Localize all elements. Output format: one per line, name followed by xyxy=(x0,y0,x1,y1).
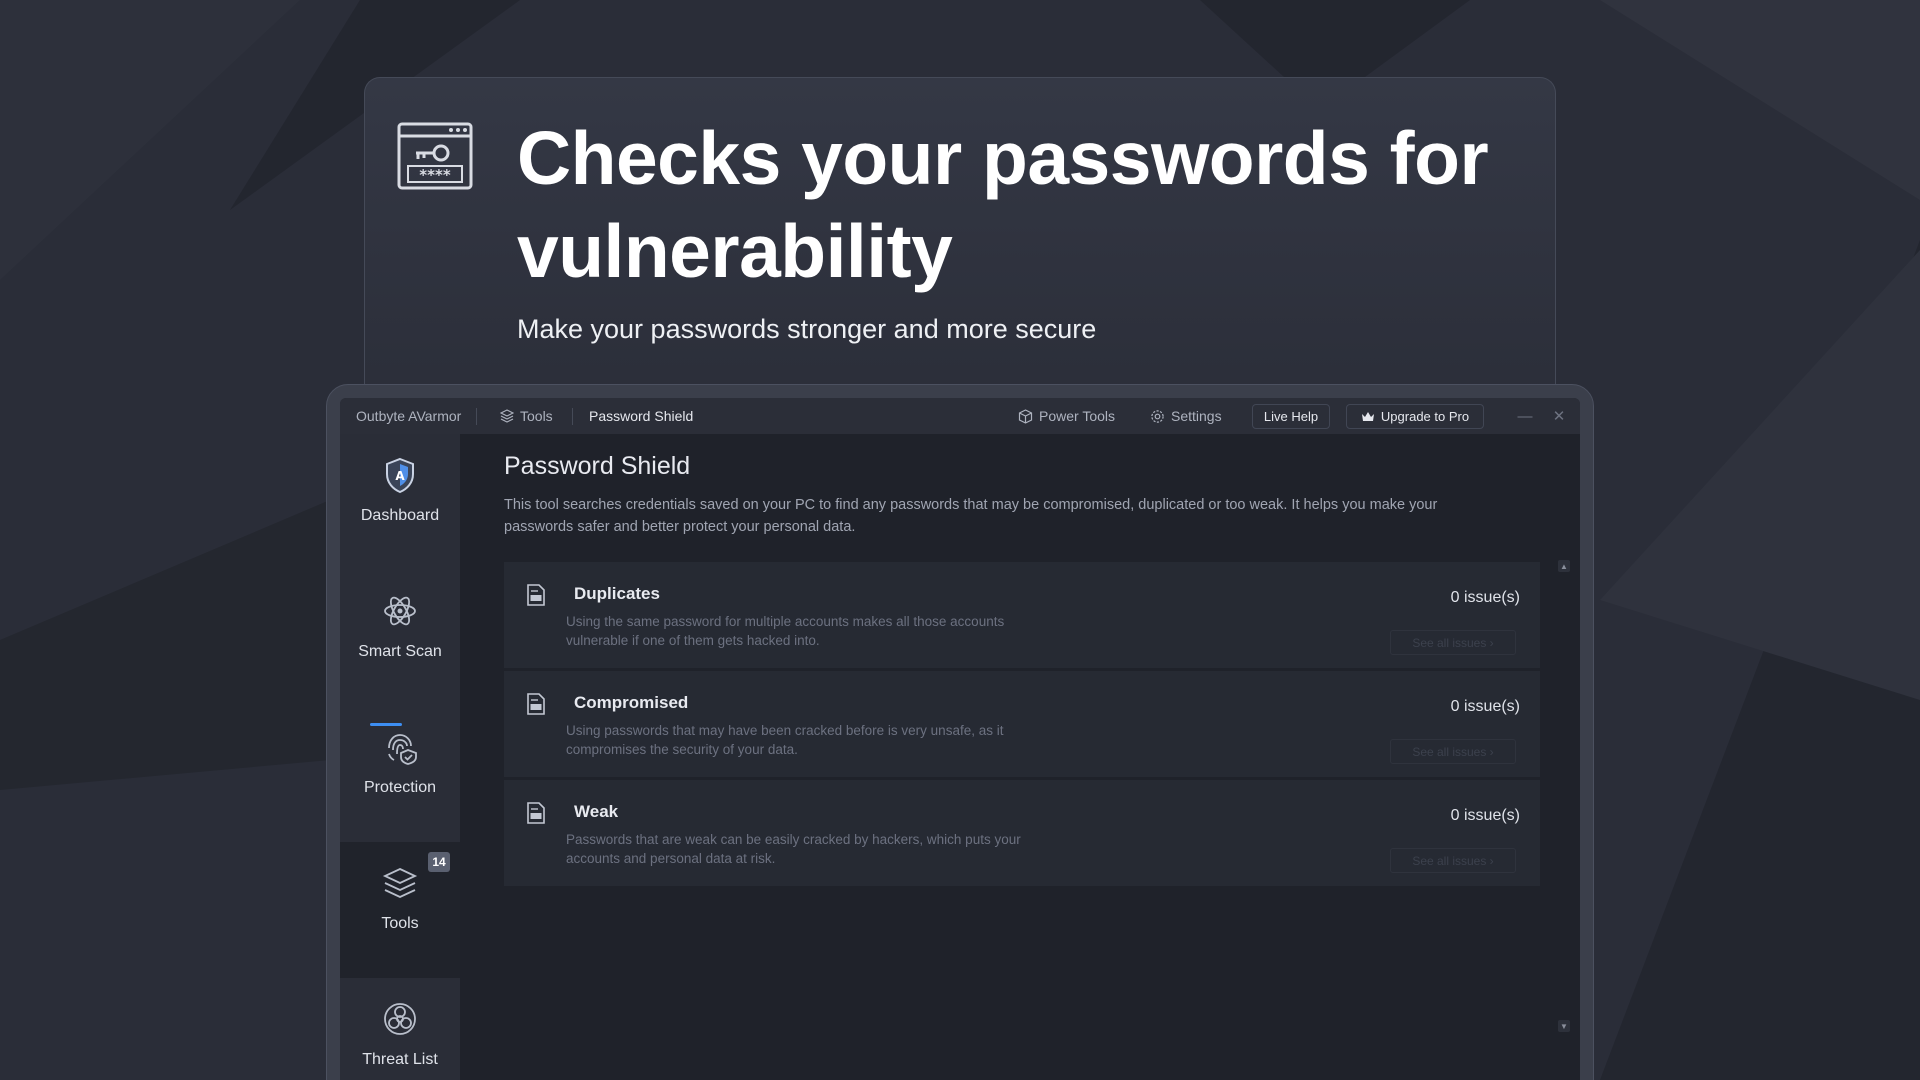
sidebar-item-smart-scan[interactable]: Smart Scan xyxy=(340,570,460,706)
sidebar-item-protection[interactable]: Protection xyxy=(340,706,460,842)
title-divider xyxy=(476,408,477,425)
sidebar-item-threat-list[interactable]: Threat List xyxy=(340,978,460,1080)
gear-icon xyxy=(1151,409,1164,423)
card-title: Compromised xyxy=(574,693,689,712)
shield-icon: A xyxy=(386,457,414,494)
sidebar-item-label: Protection xyxy=(363,779,437,796)
password-window-icon: **** xyxy=(397,122,473,190)
layers-icon xyxy=(382,868,418,898)
document-icon xyxy=(527,584,545,606)
see-all-issues-button[interactable]: See all issues › xyxy=(1390,848,1516,873)
atom-icon xyxy=(384,596,416,626)
upgrade-button[interactable]: Upgrade to Pro xyxy=(1346,404,1484,429)
crown-icon xyxy=(1361,411,1374,421)
breadcrumb-divider xyxy=(572,408,573,425)
svg-text:A: A xyxy=(395,469,405,483)
tools-count-badge: 14 xyxy=(428,852,450,872)
see-all-issues-button[interactable]: See all issues › xyxy=(1390,739,1516,764)
breadcrumb-tools-label: Tools xyxy=(520,408,553,424)
issue-count: 0 issue(s) xyxy=(1450,807,1520,824)
document-icon xyxy=(527,802,545,824)
document-icon xyxy=(527,693,545,715)
layers-icon xyxy=(500,409,514,423)
hero-title: Checks your passwords for vulnerability xyxy=(517,116,1489,293)
card-title: Duplicates xyxy=(574,584,660,603)
card-description: Using passwords that may have been crack… xyxy=(566,723,1004,757)
sidebar-item-label: Tools xyxy=(381,915,419,932)
card-title: Weak xyxy=(574,802,619,821)
issue-count: 0 issue(s) xyxy=(1450,589,1520,606)
scroll-up-button[interactable]: ▲ xyxy=(1558,560,1570,572)
weak-card: Weak Passwords that are weak can be easi… xyxy=(504,780,1540,886)
biohazard-icon xyxy=(384,1003,416,1035)
card-description: Passwords that are weak can be easily cr… xyxy=(566,832,1021,866)
sidebar-item-tools[interactable]: 14 Tools xyxy=(340,842,460,978)
fingerprint-shield-icon xyxy=(388,734,417,765)
settings-button[interactable]: Settings xyxy=(1150,398,1222,434)
breadcrumb-current: Password Shield xyxy=(589,408,694,424)
compromised-card: Compromised Using passwords that may hav… xyxy=(504,671,1540,777)
cube-icon xyxy=(1018,408,1033,424)
breadcrumb-tools[interactable]: Tools xyxy=(500,398,553,434)
sidebar-item-label: Threat List xyxy=(362,1051,438,1068)
main-content: Password Shield This tool searches crede… xyxy=(460,434,1580,1080)
hero-subtitle: Make your passwords stronger and more se… xyxy=(517,314,1097,344)
power-tools-button[interactable]: Power Tools xyxy=(1018,398,1115,434)
app-window: Outbyte AVarmor Tools Password Shield Po… xyxy=(340,398,1580,1080)
svg-text:****: **** xyxy=(419,166,451,184)
hero-card: **** Checks your passwords for vulnerabi… xyxy=(364,77,1556,407)
card-description: Using the same password for multiple acc… xyxy=(566,614,1005,648)
app-name: Outbyte AVarmor xyxy=(356,408,462,424)
duplicates-card: Duplicates Using the same password for m… xyxy=(504,562,1540,668)
minimize-button[interactable]: — xyxy=(1514,398,1536,434)
sidebar: A Dashboard Smart Scan Protection 14 Too… xyxy=(340,434,460,1080)
live-help-button[interactable]: Live Help xyxy=(1252,404,1330,429)
issue-count: 0 issue(s) xyxy=(1450,698,1520,715)
scroll-down-button[interactable]: ▼ xyxy=(1558,1020,1570,1032)
upgrade-label: Upgrade to Pro xyxy=(1380,409,1470,424)
sidebar-item-label: Smart Scan xyxy=(358,643,442,660)
sidebar-item-dashboard[interactable]: A Dashboard xyxy=(340,434,460,570)
see-all-issues-button[interactable]: See all issues › xyxy=(1390,630,1516,655)
page-description: This tool searches credentials saved on … xyxy=(504,497,1438,535)
title-bar: Outbyte AVarmor Tools Password Shield Po… xyxy=(340,398,1580,434)
close-button[interactable]: ✕ xyxy=(1548,398,1570,434)
page-title: Password Shield xyxy=(504,452,691,480)
settings-label: Settings xyxy=(1171,408,1222,424)
sidebar-item-label: Dashboard xyxy=(360,507,440,524)
power-tools-label: Power Tools xyxy=(1039,408,1116,424)
